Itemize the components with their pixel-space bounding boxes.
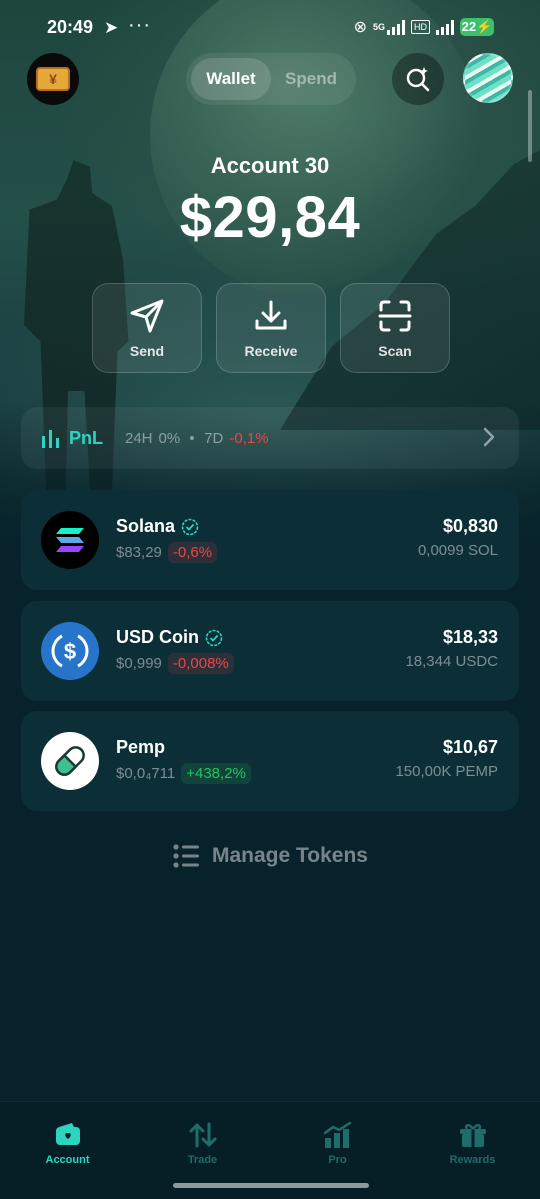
signal-icon	[387, 19, 405, 35]
svg-text:$: $	[64, 639, 76, 664]
tab-rewards[interactable]: Rewards	[405, 1102, 540, 1199]
search-sparkle-icon	[406, 67, 430, 92]
solana-icon	[41, 511, 99, 569]
network-label: 5G	[372, 22, 385, 32]
token-price-row: $0,999 -0,008%	[116, 653, 234, 674]
action-buttons: Send Receive Scan	[92, 283, 450, 373]
token-quantity: 150,00K PEMP	[395, 763, 498, 780]
receive-label: Receive	[244, 343, 298, 359]
token-row-pemp[interactable]: Pemp $0,0₄711 +438,2% $10,67 150,00K PEM…	[21, 711, 519, 811]
arrows-icon	[189, 1122, 216, 1148]
wallet-icon	[55, 1123, 80, 1145]
gift-icon	[459, 1124, 486, 1147]
tab-label: Rewards	[449, 1154, 496, 1166]
token-quantity: 18,344 USDC	[405, 653, 498, 670]
separator-dot	[190, 436, 195, 440]
receive-button[interactable]: Receive	[216, 283, 326, 373]
profile-avatar[interactable]	[463, 53, 513, 103]
token-name-text: USD Coin	[116, 627, 199, 647]
signal-icon-2	[436, 19, 454, 35]
usdc-icon: $	[41, 622, 99, 680]
token-price: $0,999	[116, 655, 162, 672]
segment-wallet[interactable]: Wallet	[191, 58, 271, 100]
download-icon	[255, 300, 287, 330]
list-icon	[173, 844, 199, 868]
scan-icon	[378, 300, 412, 332]
manage-tokens-label: Manage Tokens	[212, 844, 368, 867]
pnl-24h-value: 0%	[158, 429, 181, 447]
app-logo-button[interactable]: ¥	[27, 53, 79, 105]
token-name-text: Solana	[116, 516, 176, 536]
chevron-right-icon	[483, 427, 495, 447]
token-row-usdc[interactable]: $ USD Coin $0,999 -0,008% $18,33 18,344 …	[21, 601, 519, 701]
wallet-spend-toggle[interactable]: Wallet Spend	[186, 53, 356, 105]
token-quantity: 0,0099 SOL	[417, 542, 498, 559]
token-row-solana[interactable]: Solana $83,29 -0,6% $0,830 0,0099 SOL	[21, 490, 519, 590]
battery-level: 22	[461, 19, 477, 34]
token-price-row: $0,0₄711 +438,2%	[116, 763, 251, 784]
chart-icon	[323, 1122, 351, 1148]
token-value: $0,830	[442, 516, 498, 536]
volte-badge: HD	[411, 20, 430, 34]
pnl-7d-value: -0,1%	[229, 429, 269, 447]
status-time: 20:49	[47, 17, 94, 37]
token-price-row: $83,29 -0,6%	[116, 542, 218, 563]
home-indicator[interactable]	[173, 1183, 369, 1188]
link-icon: ⊗	[353, 19, 367, 36]
scan-button[interactable]: Scan	[340, 283, 450, 373]
pnl-24h-label: 24H	[125, 429, 153, 447]
status-bar: 20:49 ➤ ··· ⊗ 5G HD 22⚡	[0, 14, 540, 42]
segment-spend[interactable]: Spend	[271, 58, 351, 100]
search-button[interactable]	[392, 53, 444, 105]
pnl-7d-label: 7D	[204, 429, 224, 447]
token-price: $83,29	[116, 544, 162, 561]
token-price: $0,0₄711	[116, 765, 176, 782]
tab-label: Trade	[187, 1154, 218, 1166]
tab-label: Pro	[328, 1154, 347, 1166]
token-change: +438,2%	[181, 763, 251, 784]
send-icon	[130, 299, 164, 333]
verified-icon	[181, 518, 199, 535]
token-name: USD Coin	[116, 627, 223, 648]
token-name-text: Pemp	[116, 737, 166, 757]
tab-label: Account	[45, 1154, 90, 1166]
token-value: $10,67	[442, 737, 498, 757]
send-button[interactable]: Send	[92, 283, 202, 373]
token-value: $18,33	[442, 627, 498, 647]
pnl-bar[interactable]: PnL 24H 0% 7D -0,1%	[21, 407, 519, 469]
token-change: -0,6%	[167, 542, 218, 563]
token-change: -0,008%	[167, 653, 234, 674]
send-label: Send	[129, 343, 165, 359]
token-name: Solana	[116, 516, 199, 537]
pemp-pill-icon	[41, 732, 99, 790]
money-icon: ¥	[36, 67, 70, 91]
scrollbar[interactable]	[528, 90, 532, 162]
account-balance: $29,84	[179, 185, 361, 250]
manage-tokens-button[interactable]: Manage Tokens	[0, 843, 540, 869]
more-notifications-icon: ···	[128, 14, 151, 36]
battery-icon: 22⚡	[460, 18, 494, 36]
verified-icon	[205, 629, 223, 646]
account-name[interactable]: Account 30	[0, 153, 540, 179]
telegram-icon: ➤	[104, 18, 119, 37]
tab-account[interactable]: Account	[0, 1102, 135, 1199]
pnl-label: PnL	[69, 427, 103, 448]
scan-label: Scan	[378, 343, 412, 359]
bar-chart-icon	[42, 430, 59, 448]
token-name: Pemp	[116, 737, 165, 758]
